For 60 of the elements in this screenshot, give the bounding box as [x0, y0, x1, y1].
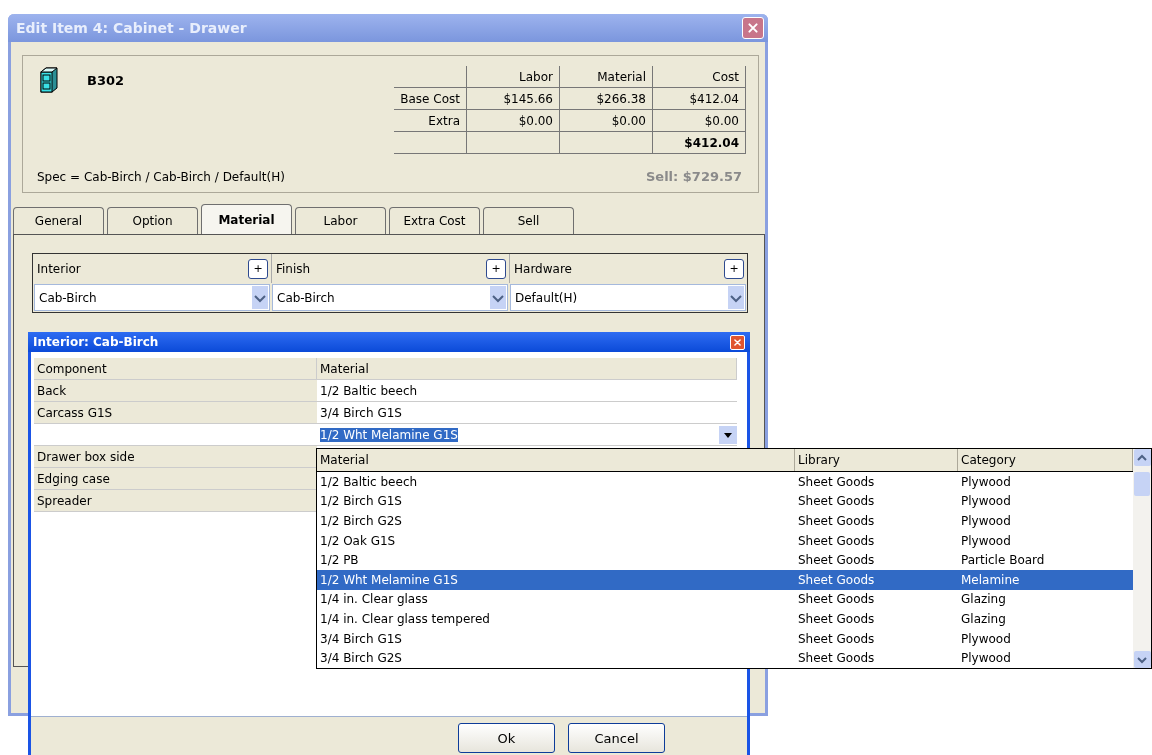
slot-label: Hardware	[514, 261, 572, 276]
dropdown-row[interactable]: 1/2 Birch G2S Sheet Goods Plywood	[317, 511, 1133, 531]
add-button[interactable]: +	[486, 258, 506, 279]
tab[interactable]: Labor	[295, 207, 386, 234]
item-code: B302	[87, 72, 125, 88]
material-select[interactable]: Cab-Birch	[34, 284, 270, 311]
scroll-thumb[interactable]	[1134, 471, 1150, 496]
table-cell: $0.00	[559, 109, 653, 132]
column-header: Material	[559, 66, 653, 88]
add-button[interactable]: +	[248, 258, 268, 279]
component-cell: Spreader	[34, 490, 317, 512]
spec-text: Spec = Cab-Birch / Cab-Birch / Default(H)	[37, 170, 286, 184]
dropdown-row[interactable]: 1/2 Oak G1S Sheet Goods Plywood	[317, 530, 1133, 551]
column-header: Material	[317, 449, 795, 471]
close-button[interactable]	[742, 17, 764, 39]
column-header: Library	[795, 449, 958, 471]
row-label: Extra	[394, 109, 467, 132]
dropdown-row[interactable]: 3/4 Birch G2S Sheet Goods Plywood	[317, 648, 1133, 668]
tab[interactable]: General	[13, 207, 104, 234]
slot-label: Finish	[276, 261, 311, 276]
tab[interactable]: Sell	[483, 207, 574, 234]
material-select[interactable]: Default(H)	[510, 284, 746, 311]
component-cell: Back	[34, 380, 317, 402]
component-cell: Edging case	[34, 468, 317, 490]
dropdown-row[interactable]: 3/4 Birch G1S Sheet Goods Plywood	[317, 628, 1133, 649]
scroll-down-button[interactable]	[1133, 651, 1151, 668]
table-cell: $412.04	[652, 87, 746, 110]
dropdown-row[interactable]: 1/2 PB Sheet Goods Particle Board	[317, 550, 1133, 570]
material-select[interactable]: Cab-Birch	[272, 284, 508, 311]
column-header: Material	[317, 358, 737, 380]
tab[interactable]: Option	[107, 207, 198, 234]
table-cell: $0.00	[652, 109, 746, 132]
tab[interactable]: Material	[201, 204, 292, 234]
close-button[interactable]	[730, 334, 745, 350]
slot-label: Interior	[37, 261, 81, 276]
sell-price: Sell: $729.57	[645, 169, 743, 184]
dropdown-row[interactable]: 1/2 Wht Melamine G1S Sheet Goods Melamine	[317, 569, 1133, 590]
component-cell: Carcass G1S	[34, 402, 317, 424]
table-cell: $0.00	[466, 109, 560, 132]
cabinet-drawer-icon	[37, 66, 61, 94]
column-header: Labor	[466, 66, 560, 88]
dropdown-row[interactable]: 1/4 in. Clear glass Sheet Goods Glazing	[317, 589, 1133, 610]
column-header: Component	[34, 358, 317, 380]
dialog-title: Interior: Cab-Birch	[33, 335, 159, 349]
tab[interactable]: Extra Cost	[389, 207, 480, 234]
add-button[interactable]: +	[724, 258, 744, 279]
scroll-up-button[interactable]	[1133, 449, 1151, 466]
dropdown-row[interactable]: 1/4 in. Clear glass tempered Sheet Goods Glazing	[317, 609, 1133, 629]
material-editor[interactable]: 1/2 Wht Melamine G1S	[317, 424, 737, 446]
dialog-button[interactable]: Ok	[458, 723, 555, 753]
window-title: Edit Item 4: Cabinet - Drawer	[16, 20, 247, 36]
dialog-button[interactable]: Cancel	[568, 723, 665, 753]
column-header: Cost	[652, 66, 746, 88]
table-cell: $266.38	[559, 87, 653, 110]
dropdown-row[interactable]: 1/2 Birch G1S Sheet Goods Plywood	[317, 491, 1133, 512]
table-cell: $145.66	[466, 87, 560, 110]
dropdown-row[interactable]: 1/2 Baltic beech Sheet Goods Plywood	[317, 472, 1133, 492]
total-cost: $412.04	[652, 131, 746, 154]
row-label: Base Cost	[394, 87, 467, 110]
component-cell: Drawer box side	[34, 446, 317, 468]
